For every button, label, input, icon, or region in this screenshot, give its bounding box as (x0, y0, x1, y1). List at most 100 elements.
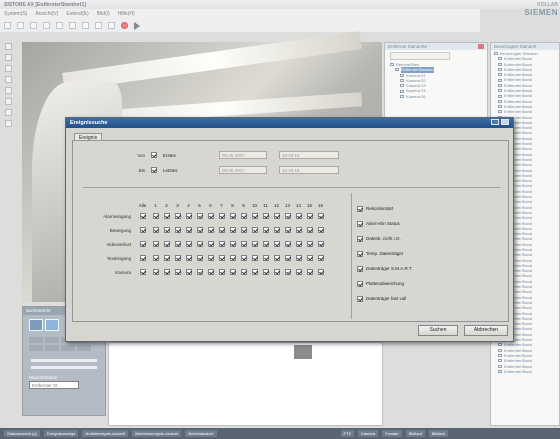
channel-checkbox[interactable] (295, 213, 302, 219)
channel-checkbox[interactable] (196, 227, 203, 233)
channel-checkbox[interactable] (152, 241, 159, 247)
channel-checkbox[interactable] (218, 241, 225, 247)
channel-checkbox[interactable] (284, 255, 291, 261)
channel-checkbox[interactable] (218, 269, 225, 275)
channel-checkbox[interactable] (240, 255, 247, 261)
status-tab[interactable]: Berichtansicht (185, 430, 217, 437)
channel-checkbox[interactable] (251, 255, 258, 261)
channel-checkbox[interactable] (284, 269, 291, 275)
channel-checkbox[interactable] (152, 255, 159, 261)
channel-checkbox[interactable] (229, 213, 236, 219)
channel-checkbox[interactable] (240, 213, 247, 219)
channel-checkbox[interactable] (306, 227, 313, 233)
option-checkbox[interactable] (357, 235, 363, 242)
channel-checkbox[interactable] (174, 255, 181, 261)
channel-checkbox[interactable] (262, 227, 269, 233)
channel-checkbox[interactable] (185, 213, 192, 219)
status-tab[interactable]: Fenster (382, 430, 402, 437)
maximize-icon[interactable] (491, 119, 499, 125)
channel-checkbox[interactable] (207, 241, 214, 247)
channel-checkbox[interactable] (317, 213, 324, 219)
channel-checkbox[interactable] (306, 269, 313, 275)
channel-checkbox[interactable] (317, 255, 324, 261)
channel-checkbox[interactable] (317, 269, 324, 275)
channel-checkbox[interactable] (306, 213, 313, 219)
status-tab[interactable]: Statusansicht (p) (4, 430, 41, 437)
channel-checkbox[interactable] (262, 241, 269, 247)
channel-checkbox[interactable] (163, 213, 170, 219)
row-all-checkbox[interactable] (139, 241, 146, 247)
channel-checkbox[interactable] (185, 269, 192, 275)
row-all-checkbox[interactable] (139, 255, 146, 261)
channel-checkbox[interactable] (185, 255, 192, 261)
channel-checkbox[interactable] (273, 213, 280, 219)
status-tab[interactable]: PTZ (340, 430, 355, 437)
status-tab[interactable]: Bildlauf (405, 430, 425, 437)
from-first-checkbox[interactable] (151, 152, 157, 158)
channel-checkbox[interactable] (163, 227, 170, 233)
status-tab[interactable]: Betriebsereignis-Ansicht (132, 430, 182, 437)
channel-checkbox[interactable] (196, 241, 203, 247)
channel-checkbox[interactable] (229, 269, 236, 275)
option-checkbox[interactable] (357, 220, 363, 227)
channel-checkbox[interactable] (218, 227, 225, 233)
channel-checkbox[interactable] (284, 227, 291, 233)
option-checkbox[interactable] (357, 205, 363, 212)
row-all-checkbox[interactable] (139, 213, 146, 219)
channel-checkbox[interactable] (306, 255, 313, 261)
channel-checkbox[interactable] (185, 227, 192, 233)
from-time-field[interactable]: 16:40:16 (279, 151, 339, 159)
channel-checkbox[interactable] (295, 241, 302, 247)
channel-checkbox[interactable] (284, 241, 291, 247)
channel-checkbox[interactable] (163, 269, 170, 275)
option-checkbox[interactable] (357, 295, 363, 302)
channel-checkbox[interactable] (185, 241, 192, 247)
channel-checkbox[interactable] (262, 213, 269, 219)
to-date-field[interactable]: 09.05.2007 (219, 166, 267, 174)
from-date-field[interactable]: 09.05.2007 (219, 151, 267, 159)
channel-checkbox[interactable] (152, 227, 159, 233)
channel-checkbox[interactable] (207, 269, 214, 275)
cancel-button[interactable]: Abbrechen (464, 325, 508, 336)
channel-checkbox[interactable] (273, 255, 280, 261)
option-checkbox[interactable] (357, 265, 363, 272)
channel-checkbox[interactable] (229, 227, 236, 233)
channel-checkbox[interactable] (152, 269, 159, 275)
channel-checkbox[interactable] (163, 241, 170, 247)
channel-checkbox[interactable] (273, 269, 280, 275)
row-all-checkbox[interactable] (139, 227, 146, 233)
channel-checkbox[interactable] (218, 255, 225, 261)
channel-checkbox[interactable] (163, 255, 170, 261)
channel-checkbox[interactable] (196, 255, 203, 261)
channel-checkbox[interactable] (196, 213, 203, 219)
channel-checkbox[interactable] (251, 241, 258, 247)
channel-checkbox[interactable] (240, 269, 247, 275)
channel-checkbox[interactable] (207, 227, 214, 233)
channel-checkbox[interactable] (152, 213, 159, 219)
row-all-checkbox[interactable] (139, 269, 146, 275)
search-button[interactable]: Suchen (418, 325, 458, 336)
channel-checkbox[interactable] (218, 213, 225, 219)
channel-checkbox[interactable] (273, 227, 280, 233)
channel-checkbox[interactable] (196, 269, 203, 275)
channel-checkbox[interactable] (317, 241, 324, 247)
channel-checkbox[interactable] (295, 255, 302, 261)
status-tab[interactable]: Bildlauf (428, 430, 448, 437)
channel-checkbox[interactable] (174, 269, 181, 275)
channel-checkbox[interactable] (240, 241, 247, 247)
channel-checkbox[interactable] (207, 255, 214, 261)
channel-checkbox[interactable] (174, 213, 181, 219)
channel-checkbox[interactable] (306, 241, 313, 247)
option-checkbox[interactable] (357, 280, 363, 287)
channel-checkbox[interactable] (251, 269, 258, 275)
status-tab[interactable]: Ereignisanzeige (44, 430, 79, 437)
option-checkbox[interactable] (357, 250, 363, 257)
channel-checkbox[interactable] (229, 241, 236, 247)
to-time-field[interactable]: 16:40:16 (279, 166, 339, 174)
channel-checkbox[interactable] (262, 269, 269, 275)
channel-checkbox[interactable] (295, 227, 302, 233)
to-last-checkbox[interactable] (151, 167, 157, 173)
status-tab[interactable]: Kamera (358, 430, 379, 437)
channel-checkbox[interactable] (251, 227, 258, 233)
channel-checkbox[interactable] (295, 269, 302, 275)
